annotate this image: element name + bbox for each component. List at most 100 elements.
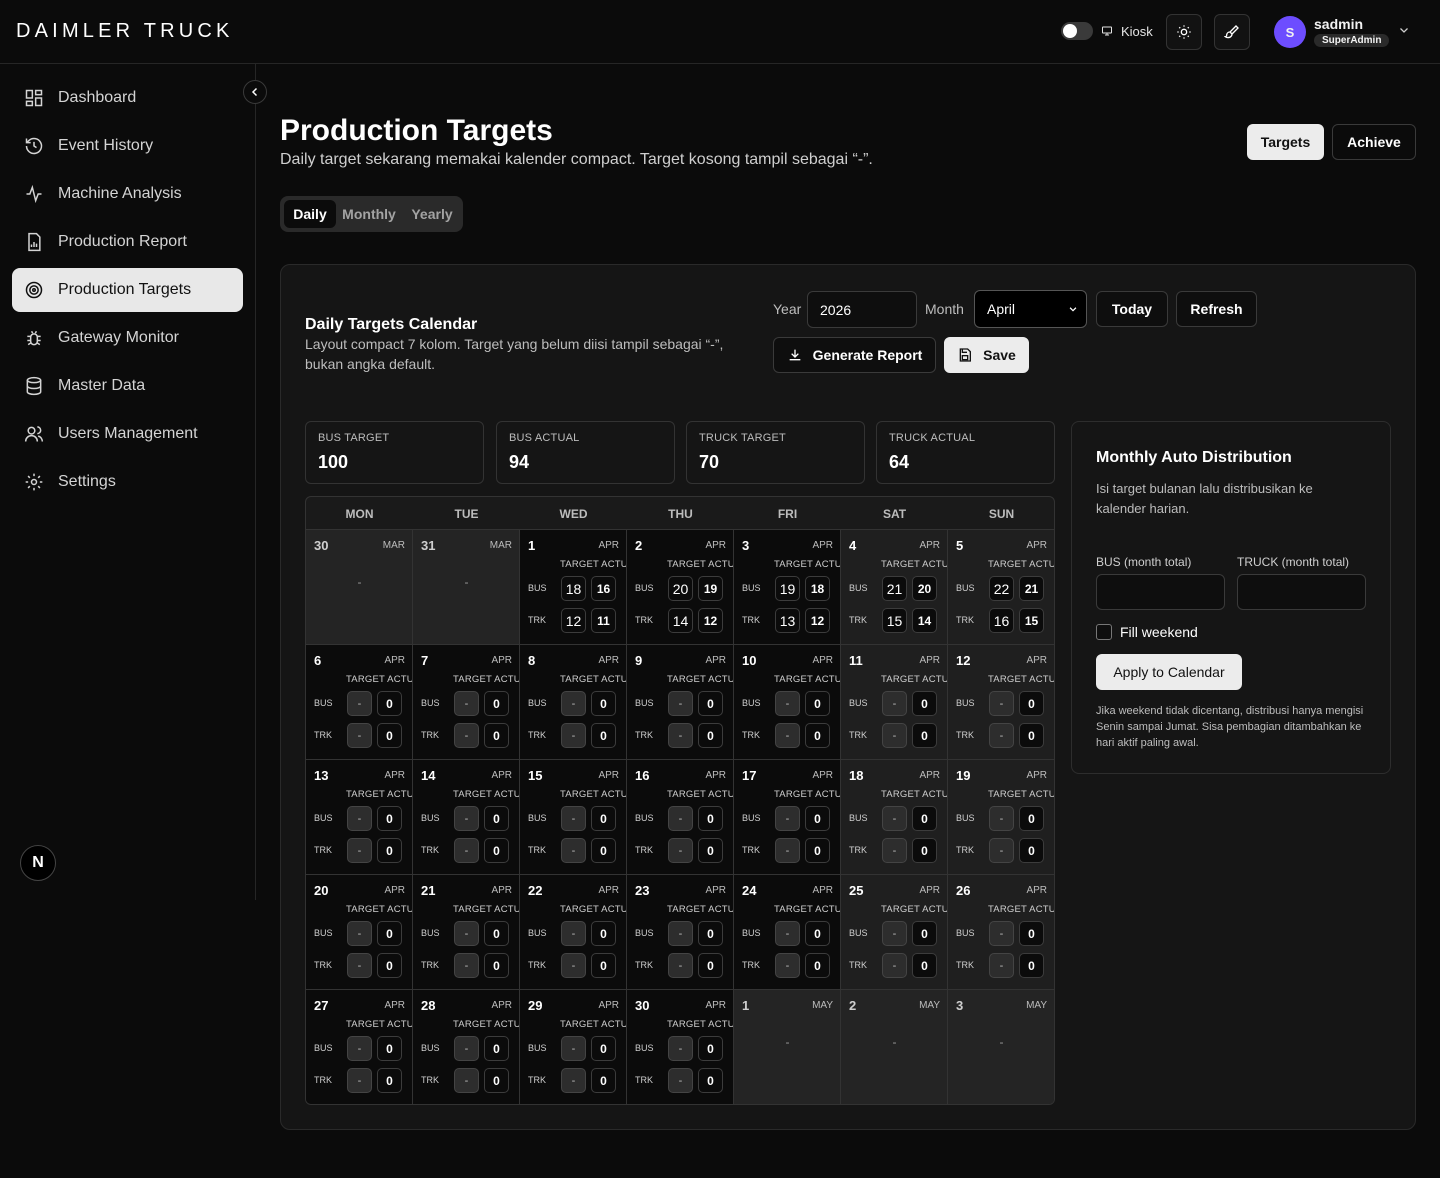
bus-total-input[interactable] (1096, 574, 1225, 610)
truck-target-input[interactable]: 13 (775, 608, 800, 633)
calendar-day[interactable]: 29 APR TARGET ACTUAL BUS -0 TRK -0 (520, 990, 627, 1104)
bus-target-input[interactable]: - (347, 921, 372, 946)
bus-target-input[interactable]: 20 (668, 576, 693, 601)
bus-target-input[interactable]: - (454, 806, 479, 831)
fill-weekend-checkbox[interactable] (1096, 624, 1112, 640)
truck-total-input[interactable] (1237, 574, 1366, 610)
calendar-day[interactable]: 23 APR TARGET ACTUAL BUS -0 TRK -0 (627, 875, 734, 990)
calendar-day[interactable]: 27 APR TARGET ACTUAL BUS -0 TRK -0 (306, 990, 413, 1104)
truck-target-input[interactable]: - (668, 723, 693, 748)
bus-target-input[interactable]: - (454, 1036, 479, 1061)
avatar[interactable]: S (1274, 16, 1306, 48)
sidebar-item-master-data[interactable]: Master Data (12, 364, 243, 408)
bus-target-input[interactable]: - (668, 921, 693, 946)
calendar-day[interactable]: 4 APR TARGET ACTUAL BUS 2120 TRK 1514 (841, 530, 948, 645)
truck-target-input[interactable]: - (347, 1068, 372, 1093)
bus-target-input[interactable]: 22 (989, 576, 1014, 601)
truck-target-input[interactable]: - (668, 953, 693, 978)
calendar-day[interactable]: 15 APR TARGET ACTUAL BUS -0 TRK -0 (520, 760, 627, 875)
bus-target-input[interactable]: - (775, 691, 800, 716)
bus-target-input[interactable]: - (989, 691, 1014, 716)
theme-toggle-button[interactable] (1166, 14, 1202, 50)
save-button[interactable]: Save (944, 337, 1029, 373)
sidebar-item-dashboard[interactable]: Dashboard (12, 76, 243, 120)
calendar-day[interactable]: 30 APR TARGET ACTUAL BUS -0 TRK -0 (627, 990, 734, 1104)
calendar-day[interactable]: 20 APR TARGET ACTUAL BUS -0 TRK -0 (306, 875, 413, 990)
calendar-day[interactable]: 7 APR TARGET ACTUAL BUS -0 TRK -0 (413, 645, 520, 760)
customize-button[interactable] (1214, 14, 1250, 50)
calendar-day[interactable]: 24 APR TARGET ACTUAL BUS -0 TRK -0 (734, 875, 841, 990)
calendar-day[interactable]: 28 APR TARGET ACTUAL BUS -0 TRK -0 (413, 990, 520, 1104)
targets-button[interactable]: Targets (1247, 124, 1324, 160)
calendar-day[interactable]: 8 APR TARGET ACTUAL BUS -0 TRK -0 (520, 645, 627, 760)
bus-target-input[interactable]: 18 (561, 576, 586, 601)
today-button[interactable]: Today (1096, 291, 1168, 327)
truck-target-input[interactable]: - (989, 953, 1014, 978)
truck-target-input[interactable]: - (989, 723, 1014, 748)
calendar-day[interactable]: 21 APR TARGET ACTUAL BUS -0 TRK -0 (413, 875, 520, 990)
bus-target-input[interactable]: - (668, 691, 693, 716)
truck-target-input[interactable]: - (668, 838, 693, 863)
truck-target-input[interactable]: 16 (989, 608, 1014, 633)
sidebar-item-settings[interactable]: Settings (12, 460, 243, 504)
truck-target-input[interactable]: - (668, 1068, 693, 1093)
truck-target-input[interactable]: 15 (882, 608, 907, 633)
calendar-day[interactable]: 3 APR TARGET ACTUAL BUS 1918 TRK 1312 (734, 530, 841, 645)
truck-target-input[interactable]: 14 (668, 608, 693, 633)
truck-target-input[interactable]: - (347, 723, 372, 748)
bus-target-input[interactable]: - (668, 1036, 693, 1061)
chevron-down-icon[interactable] (1398, 24, 1410, 36)
truck-target-input[interactable]: 12 (561, 608, 586, 633)
month-select[interactable]: April (974, 290, 1087, 328)
truck-target-input[interactable]: - (454, 723, 479, 748)
bus-target-input[interactable]: 21 (882, 576, 907, 601)
truck-target-input[interactable]: - (347, 838, 372, 863)
generate-report-button[interactable]: Generate Report (773, 337, 936, 373)
calendar-day[interactable]: 18 APR TARGET ACTUAL BUS -0 TRK -0 (841, 760, 948, 875)
truck-target-input[interactable]: - (454, 1068, 479, 1093)
truck-target-input[interactable]: - (775, 723, 800, 748)
truck-target-input[interactable]: - (347, 953, 372, 978)
bus-target-input[interactable]: - (882, 806, 907, 831)
calendar-day[interactable]: 14 APR TARGET ACTUAL BUS -0 TRK -0 (413, 760, 520, 875)
toggle-switch[interactable] (1061, 22, 1093, 40)
bus-target-input[interactable]: - (775, 921, 800, 946)
calendar-day[interactable]: 10 APR TARGET ACTUAL BUS -0 TRK -0 (734, 645, 841, 760)
calendar-day[interactable]: 16 APR TARGET ACTUAL BUS -0 TRK -0 (627, 760, 734, 875)
kiosk-toggle[interactable]: Kiosk (1061, 22, 1153, 40)
tab-yearly[interactable]: Yearly (404, 200, 460, 228)
calendar-day[interactable]: 13 APR TARGET ACTUAL BUS -0 TRK -0 (306, 760, 413, 875)
bus-target-input[interactable]: - (454, 921, 479, 946)
truck-target-input[interactable]: - (561, 723, 586, 748)
calendar-day[interactable]: 5 APR TARGET ACTUAL BUS 2221 TRK 1615 (948, 530, 1054, 645)
calendar-day[interactable]: 9 APR TARGET ACTUAL BUS -0 TRK -0 (627, 645, 734, 760)
truck-target-input[interactable]: - (882, 838, 907, 863)
sidebar-item-production-targets[interactable]: Production Targets (12, 268, 243, 312)
refresh-button[interactable]: Refresh (1176, 291, 1257, 327)
bus-target-input[interactable]: - (561, 921, 586, 946)
bus-target-input[interactable]: - (454, 691, 479, 716)
sidebar-item-production-report[interactable]: Production Report (12, 220, 243, 264)
calendar-day[interactable]: 12 APR TARGET ACTUAL BUS -0 TRK -0 (948, 645, 1054, 760)
bus-target-input[interactable]: - (989, 921, 1014, 946)
next-badge[interactable]: N (20, 845, 56, 881)
calendar-day[interactable]: 25 APR TARGET ACTUAL BUS -0 TRK -0 (841, 875, 948, 990)
calendar-day[interactable]: 31 MAR - (413, 530, 520, 645)
truck-target-input[interactable]: - (989, 838, 1014, 863)
bus-target-input[interactable]: - (882, 691, 907, 716)
truck-target-input[interactable]: - (454, 953, 479, 978)
calendar-day[interactable]: 2 APR TARGET ACTUAL BUS 2019 TRK 1412 (627, 530, 734, 645)
bus-target-input[interactable]: - (668, 806, 693, 831)
truck-target-input[interactable]: - (561, 1068, 586, 1093)
tab-daily[interactable]: Daily (284, 200, 336, 228)
tab-monthly[interactable]: Monthly (338, 200, 400, 228)
apply-to-calendar-button[interactable]: Apply to Calendar (1096, 654, 1242, 690)
sidebar-item-gateway-monitor[interactable]: Gateway Monitor (12, 316, 243, 360)
user-name[interactable]: sadmin (1314, 16, 1363, 32)
bus-target-input[interactable]: 19 (775, 576, 800, 601)
fill-weekend-label[interactable]: Fill weekend (1120, 624, 1198, 640)
truck-target-input[interactable]: - (775, 838, 800, 863)
truck-target-input[interactable]: - (775, 953, 800, 978)
calendar-day[interactable]: 1 APR TARGET ACTUAL BUS 1816 TRK 1211 (520, 530, 627, 645)
calendar-day[interactable]: 2 MAY - (841, 990, 948, 1104)
